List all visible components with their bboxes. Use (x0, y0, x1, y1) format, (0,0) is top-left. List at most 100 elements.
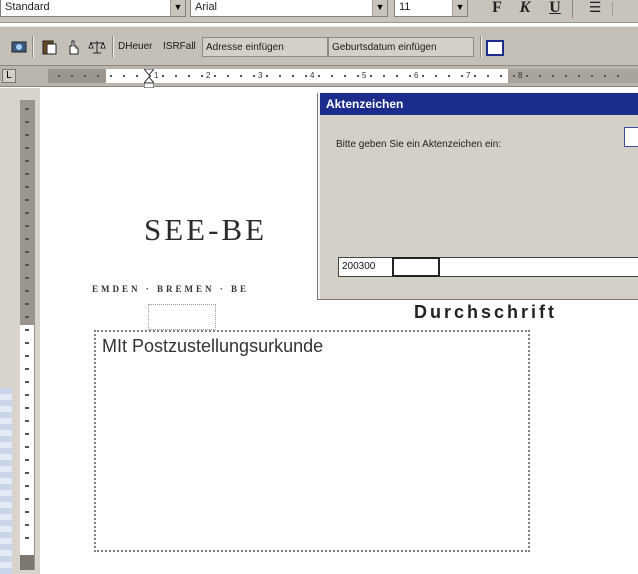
ruler-tick (25, 121, 29, 123)
chevron-down-icon[interactable]: ▼ (452, 0, 467, 16)
ok-button[interactable] (624, 127, 638, 147)
ruler-tick (25, 199, 29, 201)
ruler-tick (227, 75, 229, 77)
ruler-tick (25, 160, 29, 162)
ruler-tick (25, 394, 29, 396)
ruler-tick (25, 303, 29, 305)
input-selection-box[interactable] (392, 257, 440, 277)
camera-icon[interactable] (10, 39, 28, 55)
ruler-tick (25, 524, 29, 526)
address-frame[interactable]: MIt Postzustellungsurkunde (94, 330, 530, 552)
font-value: Arial (195, 1, 218, 13)
aktenzeichen-value: 200300 (342, 261, 376, 272)
dialog-prompt: Bitte geben Sie ein Aktenzeichen ein: (336, 139, 502, 150)
ruler-tick (25, 420, 29, 422)
ruler-number: 4 (310, 71, 315, 80)
ruler-tick (25, 407, 29, 409)
align-left-icon[interactable]: ☰ (584, 0, 606, 18)
ruler-number: 2 (206, 71, 211, 80)
ruler-tick (500, 75, 502, 77)
ruler-tick (591, 75, 593, 77)
ruler-tick (25, 511, 29, 513)
ruler-tick (266, 75, 268, 77)
ruler-tick (188, 75, 190, 77)
ruler-tick (25, 537, 29, 539)
letterhead-subtitle: EMDEN · BREMEN · BE (92, 284, 250, 294)
ruler-tick (357, 75, 359, 77)
underline-button[interactable]: U (544, 0, 566, 18)
ruler-tick (25, 290, 29, 292)
font-size-combobox[interactable]: 11 ▼ (394, 0, 468, 17)
ruler-tick (25, 108, 29, 110)
ruler-tick (58, 75, 60, 77)
toolbar-overflow[interactable] (612, 2, 633, 16)
ruler-tick (448, 75, 450, 77)
ruler-tick (25, 225, 29, 227)
ruler-tick (97, 75, 99, 77)
isrfall-button[interactable]: ISRFall (163, 37, 196, 57)
address-line: MIt Postzustellungsurkunde (102, 336, 324, 356)
hand-icon[interactable] (64, 39, 82, 55)
ruler-tick (526, 75, 528, 77)
ruler-tick (110, 75, 112, 77)
adresse-einfuegen-button[interactable]: Adresse einfügen (202, 37, 328, 57)
ruler-tick (422, 75, 424, 77)
ruler-number: 3 (258, 71, 263, 80)
font-size-value: 11 (399, 1, 411, 13)
chevron-down-icon[interactable]: ▼ (170, 0, 185, 16)
ruler-number: 5 (362, 71, 367, 80)
vertical-ruler-area (0, 88, 40, 574)
copy-label: Durchschrift (414, 302, 558, 322)
letterhead-title: SEE-BE (144, 212, 268, 247)
style-value: Standard (5, 1, 50, 13)
ruler-tick (25, 433, 29, 435)
ruler-tick (25, 485, 29, 487)
ruler-number: 8 (518, 71, 523, 80)
ruler-number: 7 (466, 71, 471, 80)
ruler-tick (25, 498, 29, 500)
italic-button[interactable]: K (514, 0, 536, 18)
ruler-tick (123, 75, 125, 77)
bold-button[interactable]: F (486, 0, 508, 18)
paste-icon[interactable] (40, 39, 58, 55)
text-field-frame[interactable] (148, 304, 216, 330)
balance-icon[interactable] (88, 39, 106, 55)
tab-selector-icon[interactable]: L (2, 69, 16, 83)
font-combobox[interactable]: Arial ▼ (190, 0, 388, 17)
ruler-tick (240, 75, 242, 77)
ruler-tick (84, 75, 86, 77)
ruler-margin-bottom (20, 555, 34, 570)
ruler-tick (25, 355, 29, 357)
ruler-tick (25, 277, 29, 279)
ruler-tick (370, 75, 372, 77)
aktenzeichen-input[interactable]: 200300 (338, 257, 638, 277)
ruler-tick (25, 212, 29, 214)
ruler-tick (487, 75, 489, 77)
ruler-tick (305, 75, 307, 77)
horizontal-ruler[interactable]: 1 2 3 4 5 6 7 8 (48, 68, 638, 89)
ruler-tick (25, 342, 29, 344)
chevron-down-icon[interactable]: ▼ (372, 0, 387, 16)
ruler-tick (162, 75, 164, 77)
dialog-title[interactable]: Aktenzeichen (320, 93, 638, 115)
toolbar-separator (32, 36, 34, 58)
ruler-tick (25, 368, 29, 370)
ruler-tick (71, 75, 73, 77)
ruler-tick (25, 186, 29, 188)
horizontal-ruler-strip: L 1 2 3 4 5 6 7 8 (0, 66, 638, 89)
ruler-number: 1 (154, 71, 159, 80)
style-combobox[interactable]: Standard ▼ (0, 0, 186, 17)
geburtsdatum-einfuegen-button[interactable]: Geburtsdatum einfügen (328, 37, 474, 57)
vertical-ruler[interactable] (20, 100, 35, 570)
toolbar-separator (480, 36, 482, 58)
format-toolbar: Standard ▼ Arial ▼ 11 ▼ F K U ☰ (0, 0, 638, 23)
custom-toolbar: DHeuer ISRFall Adresse einfügen Geburtsd… (0, 26, 638, 66)
ruler-tick (383, 75, 385, 77)
ruler-tick (25, 173, 29, 175)
dheuer-button[interactable]: DHeuer (118, 37, 152, 57)
ruler-tick (279, 75, 281, 77)
ruler-tick (539, 75, 541, 77)
ruler-tick (409, 75, 411, 77)
ruler-tick (201, 75, 203, 77)
window-icon[interactable] (486, 40, 504, 56)
